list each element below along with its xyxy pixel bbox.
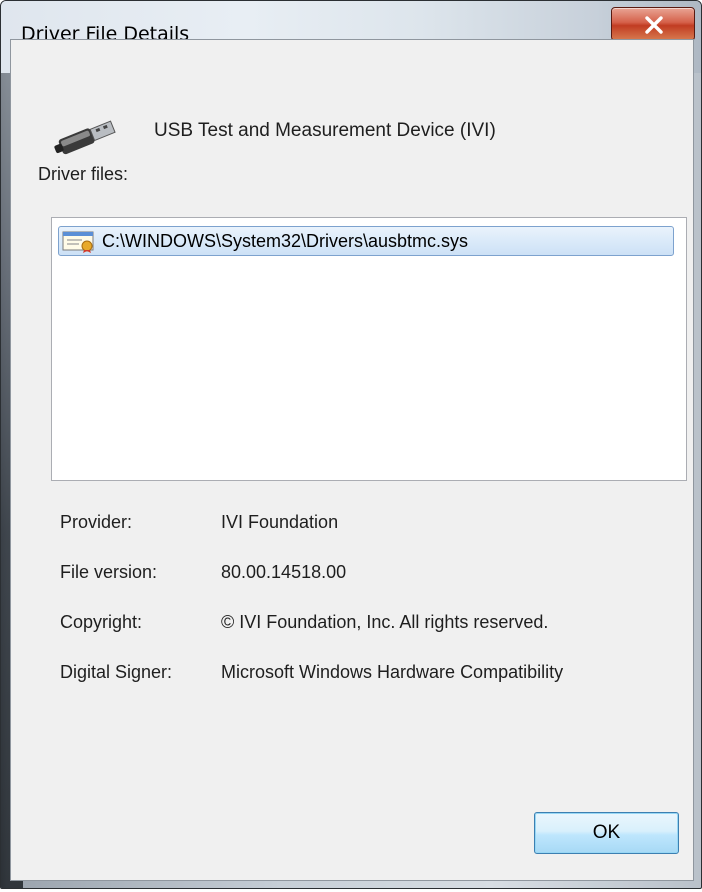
driver-file-path: C:\WINDOWS\System32\Drivers\ausbtmc.sys xyxy=(102,231,469,251)
copyright-label: Copyright: xyxy=(60,612,143,632)
ok-button[interactable]: OK xyxy=(534,812,679,854)
digital-signer-label: Digital Signer: xyxy=(60,662,173,682)
device-name: USB Test and Measurement Device (IVI) xyxy=(154,120,496,141)
digital-signer-value: Microsoft Windows Hardware Compatibility xyxy=(221,662,564,682)
file-version-value: 80.00.14518.00 xyxy=(221,562,347,582)
driver-files-list[interactable]: C:\WINDOWS\System32\Drivers\ausbtmc.sys xyxy=(51,217,687,481)
driver-files-label: Driver files: xyxy=(38,164,129,184)
dialog-client-area: USB Test and Measurement Device (IVI) Dr… xyxy=(10,39,694,881)
provider-label: Provider: xyxy=(60,512,133,532)
close-button[interactable] xyxy=(611,7,695,41)
signed-file-icon xyxy=(62,231,94,253)
copyright-value: © IVI Foundation, Inc. All rights reserv… xyxy=(221,612,549,632)
close-icon xyxy=(645,16,663,34)
list-item[interactable]: C:\WINDOWS\System32\Drivers\ausbtmc.sys xyxy=(58,226,674,256)
provider-value: IVI Foundation xyxy=(221,512,339,532)
dialog-window: Driver File Details USB Test and Measure… xyxy=(0,0,702,889)
usb-plug-icon xyxy=(54,120,116,155)
file-version-label: File version: xyxy=(60,562,158,582)
